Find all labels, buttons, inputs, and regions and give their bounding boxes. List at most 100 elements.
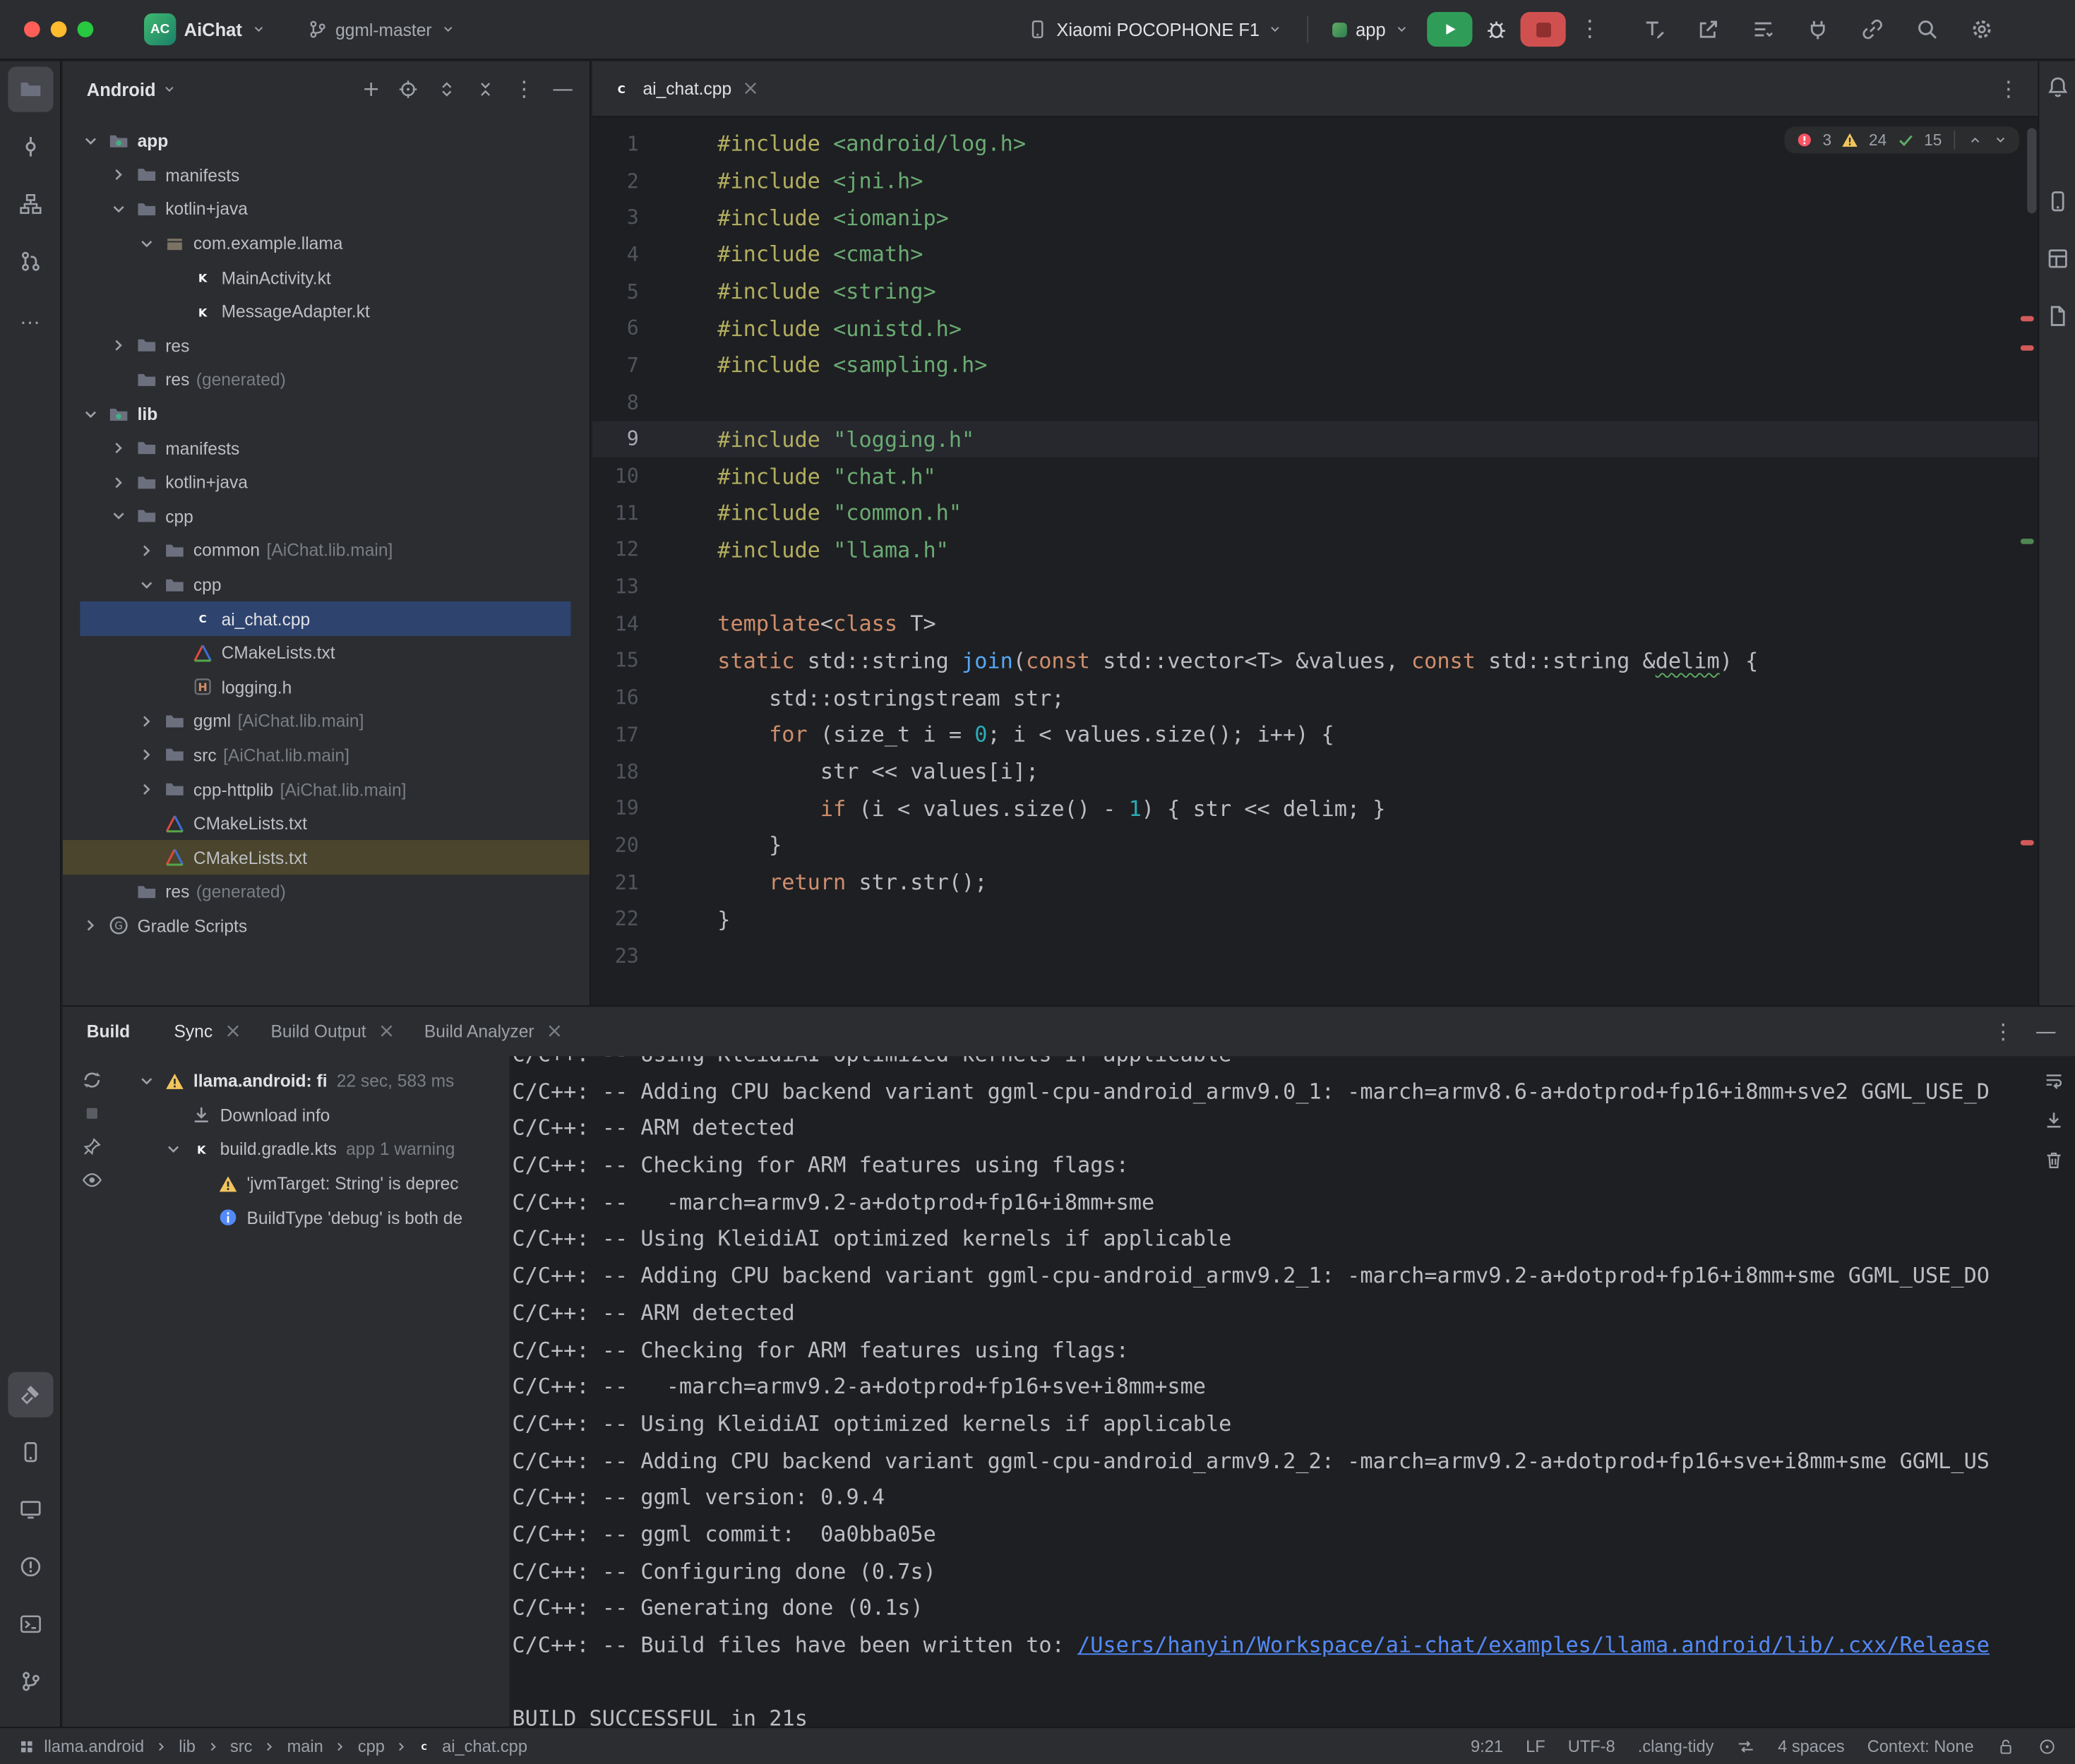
chevron-slot[interactable] (136, 779, 157, 800)
line-number[interactable]: 3 (592, 205, 639, 229)
change-stripe-mark[interactable] (2021, 539, 2034, 544)
line-number[interactable]: 9 (592, 427, 639, 451)
chevron-slot[interactable] (108, 472, 129, 493)
line-number[interactable]: 19 (592, 796, 639, 820)
chevron-slot[interactable] (80, 404, 101, 425)
run-configuration-selector[interactable]: app (1322, 14, 1421, 44)
chevron-slot[interactable] (136, 1070, 157, 1091)
line-number[interactable]: 13 (592, 575, 639, 599)
project-tree-item[interactable]: CMakeLists.txt (63, 841, 590, 875)
line-number[interactable]: 21 (592, 870, 639, 894)
project-tree-item[interactable]: app (63, 124, 590, 158)
breadcrumb-item[interactable]: lib (179, 1736, 196, 1755)
line-number[interactable]: 5 (592, 280, 639, 304)
scroll-to-end-icon[interactable] (2043, 1110, 2064, 1131)
line-number[interactable]: 6 (592, 316, 639, 340)
vcs-branch-selector[interactable]: ggml-master (295, 13, 466, 45)
line-number[interactable]: 1 (592, 132, 639, 156)
chevron-slot[interactable] (108, 198, 129, 220)
line-number[interactable]: 16 (592, 685, 639, 709)
project-tree-item[interactable]: CMakeLists.txt (63, 807, 590, 841)
project-tree-item[interactable]: cpp (63, 499, 590, 533)
layout-inspector-icon[interactable] (2045, 246, 2069, 270)
breadcrumb-item[interactable]: ai_chat.cpp (442, 1736, 527, 1755)
project-tree-item[interactable]: kotlin+java (63, 465, 590, 499)
close-tab-icon[interactable]: × (742, 78, 759, 98)
build-tree-item[interactable]: llama.android: fi22 sec, 583 ms (120, 1064, 510, 1098)
breadcrumb-item[interactable]: main (287, 1736, 323, 1755)
rerun-sync-icon[interactable] (80, 1069, 102, 1091)
running-devices-tool-button[interactable] (7, 1487, 52, 1532)
stop-sync-icon[interactable] (80, 1103, 102, 1124)
project-tree-item[interactable]: com.example.llama (63, 227, 590, 260)
minimize-window-button[interactable] (51, 21, 67, 37)
problems-tool-button[interactable] (7, 1544, 52, 1589)
pin-tab-icon[interactable] (80, 1136, 102, 1157)
project-tree-item[interactable]: MessageAdapter.kt (63, 294, 590, 328)
next-problem-icon[interactable] (1992, 132, 2009, 148)
context-widget[interactable]: Context: None (1867, 1736, 1974, 1755)
error-stripe-mark[interactable] (2021, 316, 2034, 322)
device-explorer-tool-button[interactable] (7, 1429, 52, 1475)
breadcrumb-item[interactable]: cpp (358, 1736, 385, 1755)
chevron-slot[interactable] (108, 438, 129, 459)
code-editor[interactable]: 1#include <android/log.h>2#include <jni.… (592, 117, 2038, 1005)
commit-tool-button[interactable] (7, 124, 52, 169)
chevron-slot[interactable] (136, 540, 157, 561)
locate-file-icon[interactable] (397, 78, 419, 100)
build-tree-item[interactable]: 'jvmTarget: String' is deprec (120, 1166, 510, 1200)
line-number[interactable]: 4 (592, 243, 639, 267)
project-tree-item[interactable]: cpp-httplib[AiChat.lib.main] (63, 772, 590, 806)
chevron-slot[interactable] (108, 164, 129, 186)
editor-options-icon[interactable]: ⋮ (1998, 78, 2019, 100)
indent-setting[interactable]: 4 spaces (1778, 1736, 1845, 1755)
console-link[interactable]: /Users/hanyin/Workspace/ai-chat/examples… (1077, 1632, 1990, 1657)
line-number[interactable]: 8 (592, 390, 639, 414)
project-tree-item[interactable]: cpp (63, 568, 590, 601)
project-tree-item[interactable]: res (63, 329, 590, 363)
build-options-icon[interactable]: ⋮ (1992, 1021, 2014, 1042)
tab-build-output[interactable]: Build Output × (256, 1007, 409, 1056)
soft-wrap-icon[interactable] (2043, 1069, 2064, 1091)
project-tool-button[interactable] (7, 66, 52, 112)
close-tab-icon[interactable]: × (378, 1021, 395, 1041)
line-number[interactable]: 7 (592, 354, 639, 378)
project-tree-item[interactable]: res(generated) (63, 363, 590, 397)
plugins-icon[interactable] (1806, 18, 1830, 42)
project-selector[interactable]: AC AiChat (133, 8, 277, 50)
chevron-slot[interactable] (136, 711, 157, 732)
settings-icon[interactable] (1970, 18, 1994, 42)
project-tree-item[interactable]: MainActivity.kt (63, 260, 590, 294)
breadcrumb-item[interactable]: llama.android (44, 1736, 144, 1755)
chevron-slot[interactable] (136, 745, 157, 766)
hide-panel-icon[interactable]: — (552, 78, 573, 100)
stop-button[interactable] (1520, 12, 1565, 47)
inspections-widget[interactable]: 3 24 15 (1784, 126, 2019, 153)
file-encoding[interactable]: UTF-8 (1568, 1736, 1615, 1755)
version-control-tool-button[interactable] (7, 1659, 52, 1704)
line-number[interactable]: 12 (592, 538, 639, 562)
close-tab-icon[interactable]: × (546, 1021, 563, 1041)
chevron-slot[interactable] (162, 1139, 184, 1160)
notifications-icon[interactable] (2045, 75, 2069, 99)
line-ending[interactable]: LF (1526, 1736, 1545, 1755)
build-tree-item[interactable]: BuildType 'debug' is both de (120, 1201, 510, 1235)
chevron-slot[interactable] (136, 233, 157, 254)
highlighting-level-icon[interactable] (2038, 1736, 2056, 1755)
project-tree-item[interactable]: logging.h (63, 670, 590, 704)
debug-button[interactable] (1479, 12, 1514, 47)
breadcrumb-item[interactable]: src (230, 1736, 252, 1755)
line-number[interactable]: 14 (592, 612, 639, 636)
close-window-button[interactable] (24, 21, 40, 37)
project-tree-item[interactable]: Gradle Scripts (63, 909, 590, 943)
collapse-all-icon[interactable] (474, 78, 496, 100)
line-number[interactable]: 2 (592, 169, 639, 193)
share-tool-icon[interactable] (1697, 18, 1721, 42)
line-number[interactable]: 20 (592, 833, 639, 857)
chevron-slot[interactable] (108, 506, 129, 527)
project-tree-item[interactable]: src[AiChat.lib.main] (63, 738, 590, 772)
previous-problem-icon[interactable] (1967, 132, 1983, 148)
edit-tool-icon[interactable] (1642, 18, 1666, 42)
more-tool-windows-button[interactable]: … (7, 296, 52, 341)
zoom-window-button[interactable] (78, 21, 94, 37)
